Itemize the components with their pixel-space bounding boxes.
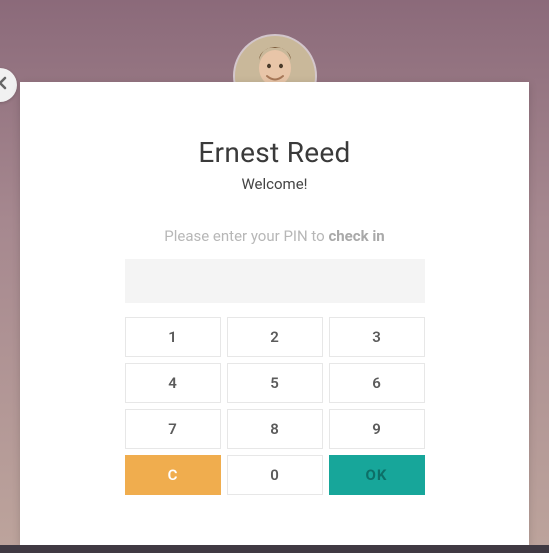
close-button[interactable] — [0, 68, 17, 102]
close-icon — [0, 75, 8, 95]
key-0[interactable]: 0 — [227, 455, 323, 495]
pin-entry-card: Ernest Reed Welcome! Please enter your P… — [20, 82, 529, 545]
key-clear[interactable]: C — [125, 455, 221, 495]
keypad: 1 2 3 4 5 6 7 8 9 C 0 OK — [125, 317, 425, 495]
key-1[interactable]: 1 — [125, 317, 221, 357]
key-2[interactable]: 2 — [227, 317, 323, 357]
key-ok[interactable]: OK — [329, 455, 425, 495]
key-6[interactable]: 6 — [329, 363, 425, 403]
welcome-text: Welcome! — [20, 175, 529, 193]
key-9[interactable]: 9 — [329, 409, 425, 449]
pin-prompt: Please enter your PIN to check in — [20, 227, 529, 245]
pin-prompt-action: check in — [328, 227, 384, 245]
key-3[interactable]: 3 — [329, 317, 425, 357]
user-name: Ernest Reed — [20, 136, 529, 169]
key-4[interactable]: 4 — [125, 363, 221, 403]
pin-input[interactable] — [125, 259, 425, 303]
bottom-strip — [0, 545, 549, 553]
key-8[interactable]: 8 — [227, 409, 323, 449]
pin-prompt-prefix: Please enter your PIN to — [164, 227, 328, 245]
key-5[interactable]: 5 — [227, 363, 323, 403]
key-7[interactable]: 7 — [125, 409, 221, 449]
